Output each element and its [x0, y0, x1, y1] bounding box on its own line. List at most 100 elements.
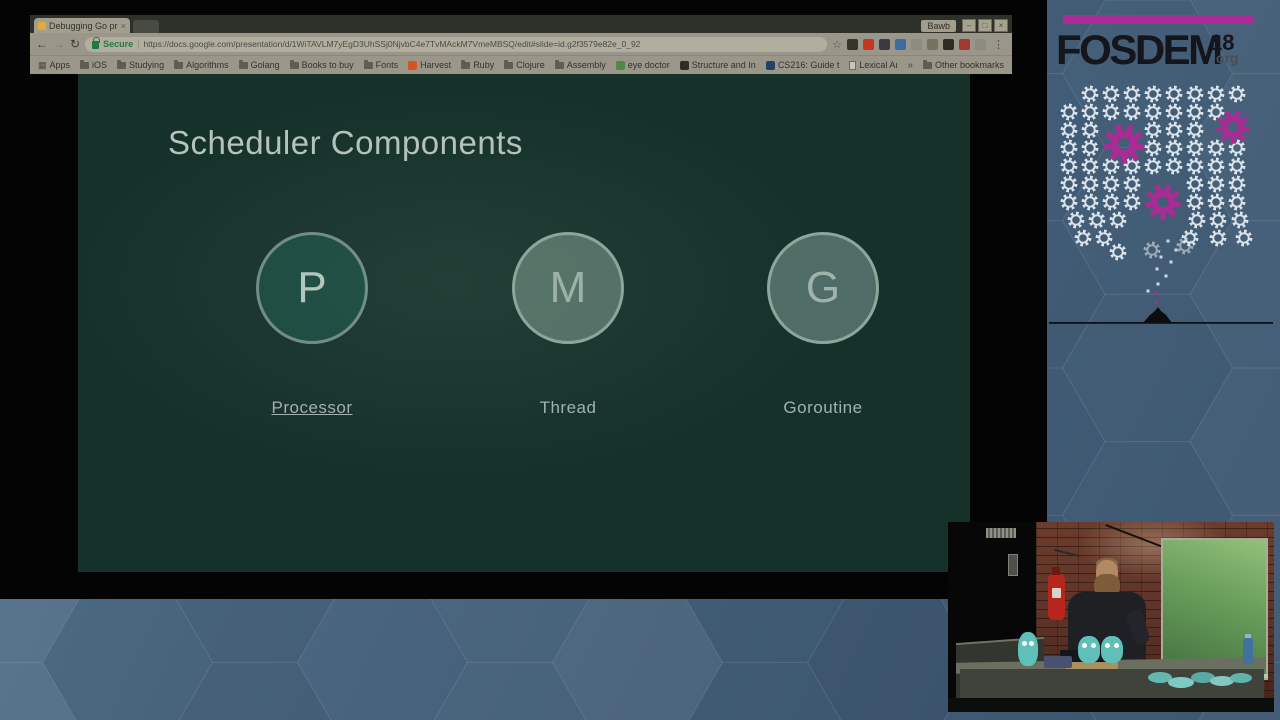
bookmark-item[interactable]: Studying [117, 60, 164, 70]
bookmark-item[interactable]: Harvest [408, 60, 451, 70]
url-text: https://docs.google.com/presentation/d/1… [143, 39, 641, 49]
gear-icon [1145, 184, 1181, 220]
tab-bar: Debugging Go prog × Bawb – □ × [30, 15, 1012, 33]
video-frame: Debugging Go prog × Bawb – □ × ← → ↻ S [0, 0, 1280, 720]
minimize-button[interactable]: – [962, 19, 976, 32]
bookmark-item[interactable]: Clojure [504, 60, 545, 70]
light-switch [1008, 554, 1018, 576]
bookmark-item[interactable]: CS216: Guide t [765, 60, 839, 70]
water-bottle [1243, 634, 1253, 664]
extension-icon[interactable] [975, 38, 986, 50]
slides-favicon-icon [38, 21, 46, 30]
extension-icon[interactable] [959, 38, 970, 50]
bookmark-item[interactable]: ▦ Apps [38, 60, 70, 70]
component-circle-g: G [767, 232, 879, 344]
browser-content: Scheduler Components P Processor M Thread G G… [30, 74, 1012, 585]
profile-name[interactable]: Bawb [921, 20, 956, 32]
extension-icon[interactable] [911, 38, 922, 50]
gear-icon [1144, 121, 1162, 139]
floor [948, 698, 1274, 712]
bookmark-favicon-icon [679, 60, 689, 70]
extension-icon[interactable] [927, 38, 938, 50]
gopher-plush [1078, 636, 1100, 663]
gear-icon [1186, 103, 1204, 121]
presentation-slide: Scheduler Components P Processor M Thread G G… [78, 74, 970, 572]
gear-icon [1088, 211, 1106, 229]
gear-icon [1123, 85, 1141, 103]
bookmark-item[interactable]: Ruby [461, 60, 494, 70]
address-bar[interactable]: Secure | https://docs.google.com/present… [85, 36, 828, 52]
bookmark-item[interactable]: Golang [238, 60, 280, 70]
reload-icon[interactable]: ↻ [70, 38, 80, 50]
falling-particle [1155, 267, 1159, 271]
gear-icon [1207, 193, 1225, 211]
gear-icon [1123, 193, 1141, 211]
gear-icon [1081, 103, 1099, 121]
bookmark-item[interactable]: Structure and In [679, 60, 756, 70]
adblock-icon[interactable] [943, 38, 954, 50]
folder-icon [80, 60, 90, 69]
bookmark-item[interactable]: Algorithms [174, 60, 229, 70]
plush-pile [1230, 673, 1252, 683]
gear-icon [1144, 157, 1162, 175]
bookmark-label: Books to buy [301, 60, 354, 70]
gear-icon [1060, 103, 1078, 121]
gear-icon [1123, 175, 1141, 193]
bookmark-item[interactable]: Lexical Analysis [849, 60, 897, 70]
other-bookmarks[interactable]: Other bookmarks [922, 59, 1004, 70]
gear-icon [1186, 121, 1204, 139]
folder-icon [289, 60, 299, 69]
gear-icon [1216, 110, 1250, 144]
bookmark-star-icon[interactable]: ☆ [832, 38, 842, 51]
new-tab-button[interactable] [133, 20, 159, 33]
gear-icon [1228, 85, 1246, 103]
folder-icon [554, 60, 564, 69]
secure-label: Secure [103, 39, 134, 49]
bookmark-label: Harvest [420, 60, 452, 70]
extension-icon[interactable] [895, 38, 906, 50]
bookmark-item[interactable]: Books to buy [289, 60, 354, 70]
gear-icon [1060, 157, 1078, 175]
gear-icon [1186, 193, 1204, 211]
gopher-plush [1018, 632, 1038, 666]
gear-icon [1235, 229, 1253, 247]
folder-icon [363, 60, 373, 69]
browser-tab[interactable]: Debugging Go prog × [34, 18, 130, 33]
extension-icon[interactable] [879, 38, 890, 50]
gear-icon [1207, 175, 1225, 193]
back-icon[interactable]: ← [36, 38, 48, 50]
fosdem-bar [1063, 15, 1253, 24]
falling-particle [1154, 291, 1158, 295]
gear-icon [1095, 229, 1113, 247]
maximize-button[interactable]: □ [978, 19, 992, 32]
bookmark-label: Golang [250, 60, 280, 70]
tab-close-icon[interactable]: × [121, 21, 126, 31]
bookmark-label: Structure and In [691, 60, 756, 70]
cups [1044, 656, 1072, 668]
speaker-webcam [948, 522, 1274, 712]
extension-icon[interactable] [847, 38, 858, 50]
gear-icon [1102, 175, 1120, 193]
bookmark-item[interactable]: eye doctor [615, 60, 670, 70]
gear-icon [1060, 139, 1078, 157]
close-button[interactable]: × [994, 19, 1008, 32]
gear-icon [1060, 193, 1078, 211]
gear-icon [1207, 139, 1225, 157]
gear-icon [1081, 85, 1099, 103]
extension-icons [847, 38, 986, 50]
bookmark-item[interactable]: Assembly [554, 60, 606, 70]
falling-particle [1156, 282, 1160, 286]
gear-icon [1209, 229, 1227, 247]
bookmark-item[interactable]: Fonts [363, 60, 398, 70]
forward-icon[interactable]: → [53, 38, 65, 50]
bookmark-item[interactable]: iOS [80, 60, 107, 70]
bookmarks-overflow-icon[interactable]: » [907, 60, 913, 71]
gear-icon [1186, 85, 1204, 103]
opera-icon[interactable] [863, 38, 874, 50]
gear-icon [1123, 103, 1141, 121]
padlock-icon [92, 37, 101, 49]
window-controls: – □ × [962, 19, 1008, 32]
component-m: M Thread [468, 232, 668, 418]
gear-icon [1144, 103, 1162, 121]
browser-menu-icon[interactable]: ⋮ [991, 38, 1006, 51]
